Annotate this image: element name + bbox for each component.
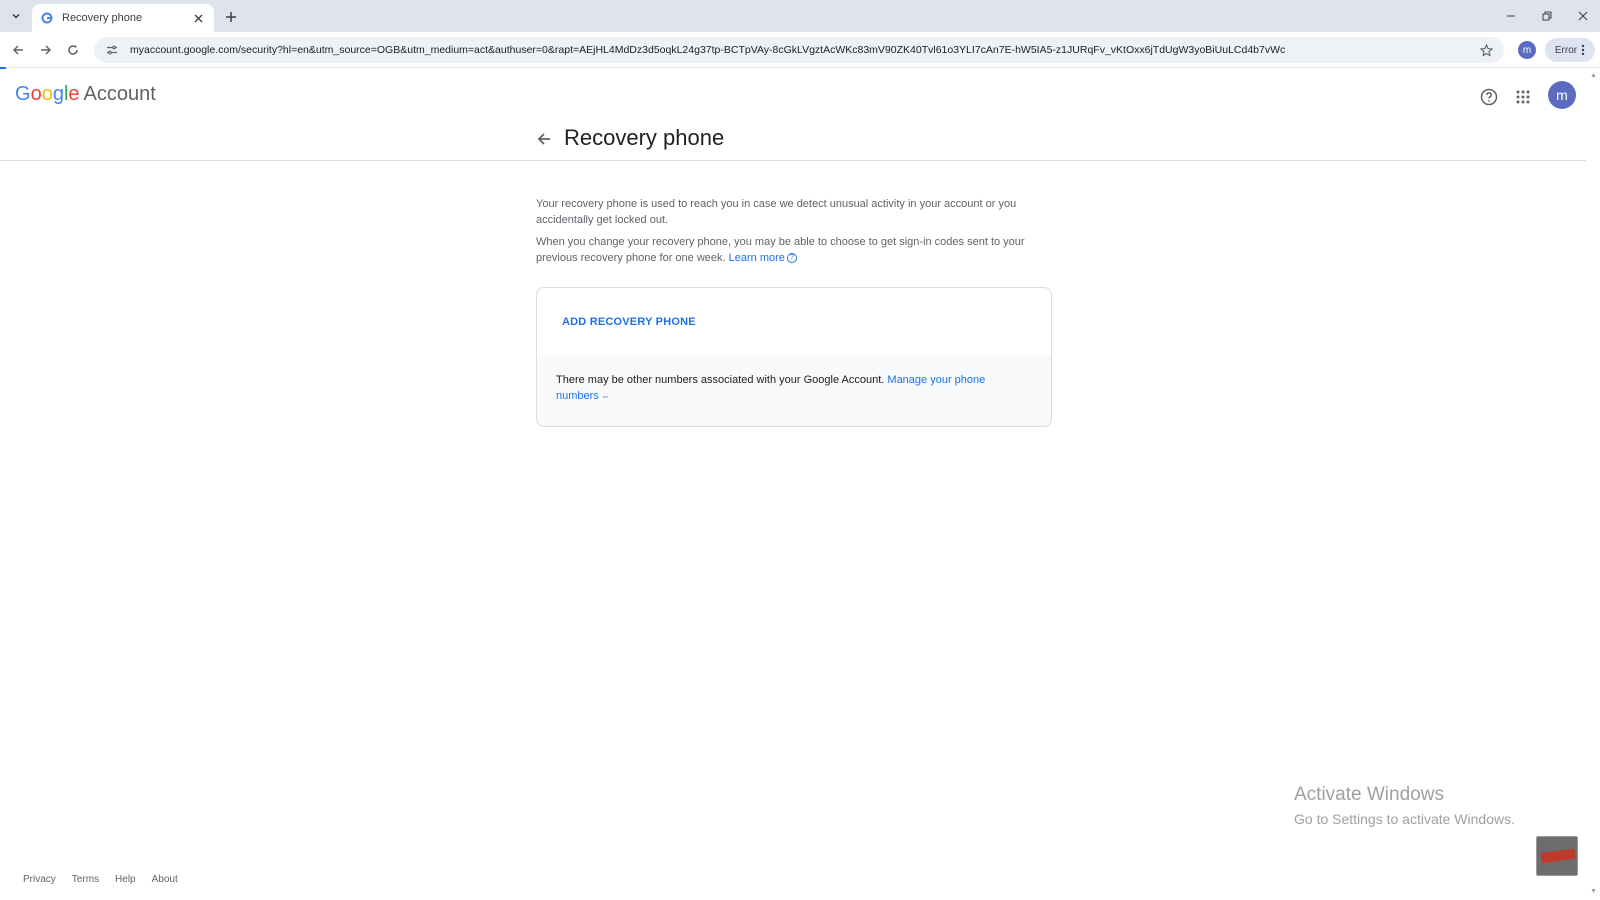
- google-account-logo[interactable]: Google Account: [15, 83, 156, 106]
- more-vert-icon: [1581, 44, 1585, 56]
- footer-privacy-link[interactable]: Privacy: [23, 874, 56, 885]
- browser-tab-recovery-phone[interactable]: Recovery phone: [32, 4, 214, 32]
- help-button[interactable]: [1477, 85, 1501, 109]
- back-button[interactable]: [8, 40, 28, 60]
- activate-windows-title: Activate Windows: [1294, 784, 1444, 805]
- reload-button[interactable]: [63, 40, 83, 60]
- arrow-right-icon: [41, 45, 52, 55]
- footer-terms-link[interactable]: Terms: [72, 874, 99, 885]
- main-content: Your recovery phone is used to reach you…: [536, 196, 1052, 272]
- logo-account-text: Account: [83, 83, 156, 105]
- page-title: Recovery phone: [564, 125, 725, 150]
- page-scrollbar[interactable]: [1586, 69, 1600, 900]
- help-circle-icon: ?: [786, 253, 797, 264]
- apps-button[interactable]: [1511, 85, 1535, 109]
- plus-icon: [226, 12, 236, 22]
- minimize-button[interactable]: [1500, 6, 1522, 26]
- tab-close-button[interactable]: [190, 10, 206, 26]
- close-icon: [194, 14, 202, 22]
- other-numbers-note: There may be other numbers associated wi…: [556, 374, 885, 386]
- description-paragraph-1: Your recovery phone is used to reach you…: [536, 198, 1017, 226]
- card-action-row: ADD RECOVERY PHONE: [537, 288, 1051, 356]
- apps-grid-icon: [1516, 90, 1530, 104]
- activate-windows-subtitle: Go to Settings to activate Windows.: [1294, 811, 1515, 827]
- footer-help-link[interactable]: Help: [115, 874, 136, 885]
- close-window-button[interactable]: [1572, 6, 1594, 26]
- footer-about-link[interactable]: About: [152, 874, 178, 885]
- error-label: Error: [1554, 44, 1578, 56]
- back-arrow-button[interactable]: [534, 129, 554, 149]
- restore-icon: [1542, 11, 1552, 21]
- scroll-up-arrow-icon[interactable]: ▲: [1590, 72, 1597, 79]
- card-footer-note: There may be other numbers associated wi…: [537, 356, 1051, 426]
- scroll-down-arrow-icon[interactable]: ▼: [1590, 888, 1597, 895]
- bookmark-star-icon[interactable]: [1478, 42, 1494, 58]
- page-footer: Privacy Terms Help About: [23, 874, 178, 885]
- account-header: Google Account m Recovery phone: [0, 69, 1586, 161]
- learn-more-link[interactable]: Learn more?: [729, 252, 797, 264]
- close-icon: [1578, 11, 1588, 21]
- site-settings-icon[interactable]: [104, 42, 120, 58]
- arrow-back-icon: [537, 133, 550, 145]
- browser-tab-strip: Recovery phone: [0, 0, 1600, 32]
- minimize-icon: [1507, 15, 1515, 17]
- url-text: myaccount.google.com/security?hl=en&utm_…: [130, 44, 1286, 56]
- description-paragraph-2: When you change your recovery phone, you…: [536, 236, 1025, 264]
- link-icon: ⇔: [600, 391, 610, 401]
- help-icon: [1480, 88, 1498, 106]
- browser-toolbar: myaccount.google.com/security?hl=en&utm_…: [0, 32, 1600, 68]
- new-tab-button[interactable]: [220, 6, 242, 28]
- account-avatar[interactable]: m: [1548, 81, 1576, 109]
- browser-error-chip[interactable]: Error: [1545, 38, 1595, 62]
- reload-icon: [68, 45, 78, 55]
- tray-thumbnail-image: [1536, 836, 1578, 876]
- tab-title: Recovery phone: [62, 12, 143, 24]
- recovery-phone-card: ADD RECOVERY PHONE There may be other nu…: [536, 287, 1052, 427]
- google-favicon-icon: [40, 11, 54, 25]
- browser-profile-avatar[interactable]: m: [1518, 41, 1536, 59]
- restore-button[interactable]: [1536, 6, 1558, 26]
- arrow-left-icon: [12, 45, 23, 55]
- address-bar[interactable]: myaccount.google.com/security?hl=en&utm_…: [94, 37, 1504, 63]
- add-recovery-phone-button[interactable]: ADD RECOVERY PHONE: [562, 316, 696, 328]
- chevron-down-icon: [12, 13, 20, 19]
- forward-button[interactable]: [36, 40, 56, 60]
- tab-search-button[interactable]: [6, 7, 26, 25]
